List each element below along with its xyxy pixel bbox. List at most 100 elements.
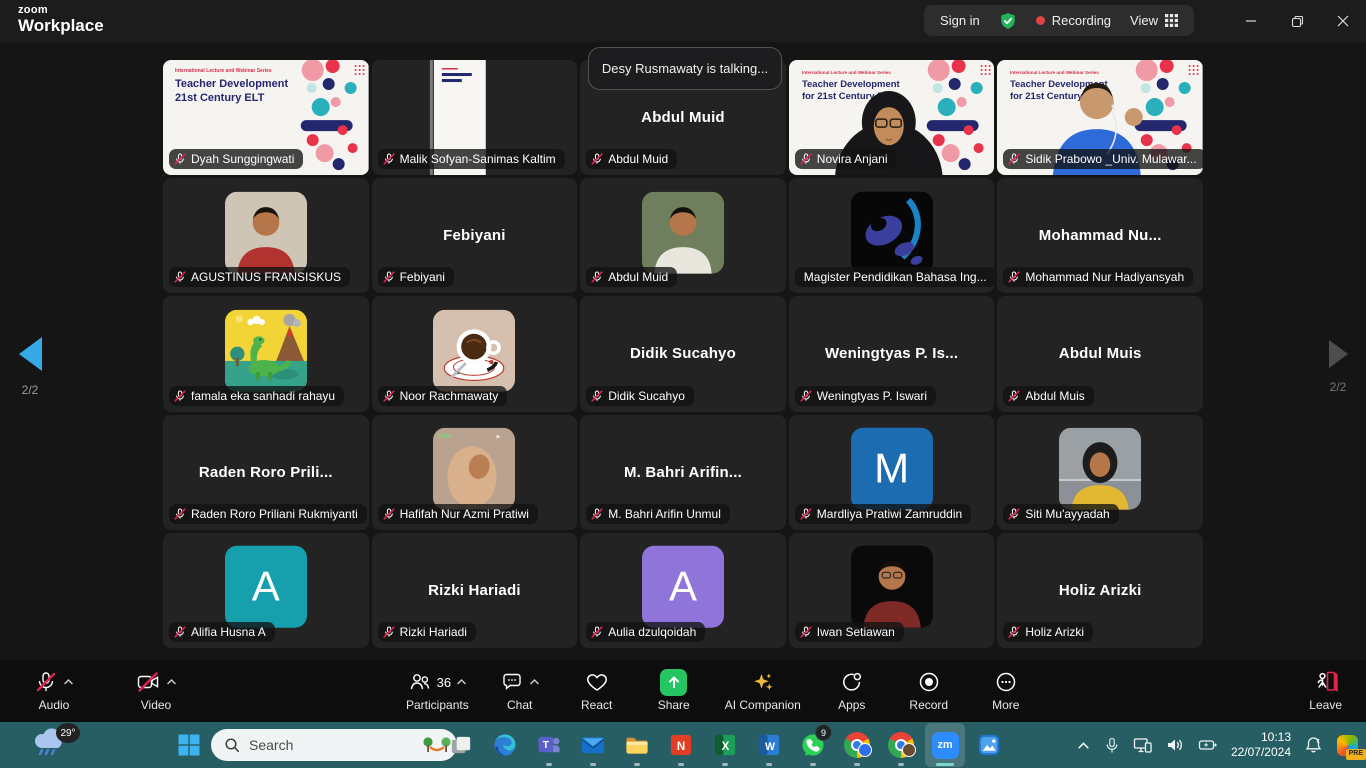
participant-tile[interactable]: Holiz ArizkiHoliz Arizki bbox=[997, 533, 1203, 648]
participant-tile[interactable]: Magister Pendidikan Bahasa Ing... bbox=[789, 178, 995, 293]
tray-microphone-icon[interactable] bbox=[1104, 737, 1120, 754]
gallery-prev-page-button[interactable]: 2/2 bbox=[8, 337, 52, 397]
toolbar-audio-button[interactable]: Audio bbox=[20, 666, 88, 714]
taskbar-app-mail[interactable] bbox=[573, 723, 613, 767]
participant-tile[interactable]: MMardliya Pratiwi Zamruddin bbox=[789, 415, 995, 530]
participant-tile[interactable]: FebiyaniFebiyani bbox=[372, 178, 578, 293]
toolbar-participants-label: Participants bbox=[406, 698, 469, 712]
running-indicator bbox=[766, 763, 772, 766]
chevron-up-icon[interactable] bbox=[456, 678, 467, 686]
notification-bell-snooze-icon[interactable]: z bbox=[1304, 735, 1324, 755]
window-controls bbox=[1228, 0, 1366, 42]
weather-widget[interactable]: 29° bbox=[30, 726, 76, 764]
gallery-next-page-button[interactable]: 2/2 bbox=[1316, 340, 1360, 394]
logo-workplace-text: Workplace bbox=[18, 17, 104, 34]
participant-tile[interactable]: International Lecture and Webinar Series… bbox=[163, 60, 369, 175]
muted-mic-icon bbox=[800, 153, 812, 165]
toolbar-more-button[interactable]: More bbox=[972, 666, 1040, 714]
muted-mic-icon bbox=[174, 271, 186, 283]
taskbar-app-whatsapp[interactable]: 9 bbox=[793, 723, 833, 767]
participant-tile[interactable]: International Lecture and Webinar Series… bbox=[789, 60, 995, 175]
muted-mic-icon bbox=[383, 626, 395, 638]
copilot-icon[interactable]: PRE bbox=[1337, 735, 1358, 756]
participant-tile[interactable]: Rizki HariadiRizki Hariadi bbox=[372, 533, 578, 648]
initial-letter-avatar: A bbox=[642, 546, 724, 628]
participant-name-label: Holiz Arizki bbox=[1003, 622, 1093, 642]
participant-tile[interactable]: AAlifia Husna A bbox=[163, 533, 369, 648]
taskbar-app-teams[interactable]: T bbox=[529, 723, 569, 767]
minimize-button[interactable] bbox=[1228, 0, 1274, 42]
participant-tile[interactable]: Abdul MuisAbdul Muis bbox=[997, 296, 1203, 411]
participant-tile[interactable]: CAM▶Hafifah Nur Azmi Pratiwi bbox=[372, 415, 578, 530]
taskbar-app-chrome-profile1[interactable] bbox=[837, 723, 877, 767]
participant-tile[interactable]: AGUSTINUS FRANSISKUS bbox=[163, 178, 369, 293]
taskbar-clock[interactable]: 10:13 22/07/2024 bbox=[1231, 730, 1291, 760]
titlebar-menu: Sign in Recording View bbox=[924, 5, 1194, 36]
taskbar-app-excel[interactable]: X bbox=[705, 723, 745, 767]
muted-mic-icon bbox=[1008, 271, 1020, 283]
chevron-up-icon[interactable] bbox=[529, 678, 540, 686]
muted-mic-icon bbox=[174, 508, 186, 520]
toolbar-more-label: More bbox=[992, 698, 1019, 712]
close-button[interactable] bbox=[1320, 0, 1366, 42]
toolbar-apps-button[interactable]: Apps bbox=[818, 666, 886, 714]
start-button[interactable] bbox=[176, 732, 202, 758]
participant-tile[interactable]: Siti Mu'ayyadah bbox=[997, 415, 1203, 530]
participant-name-label: Abdul Muis bbox=[1003, 386, 1093, 406]
page-indicator-left: 2/2 bbox=[8, 383, 52, 397]
participant-name-label: Didik Sucahyo bbox=[586, 386, 694, 406]
taskbar-app-zoom[interactable]: zm bbox=[925, 723, 965, 767]
view-button[interactable]: View bbox=[1130, 13, 1178, 28]
tray-battery-icon[interactable] bbox=[1198, 737, 1218, 753]
participant-tile[interactable]: Noor Rachmawaty bbox=[372, 296, 578, 411]
tray-cast-display-icon[interactable] bbox=[1133, 737, 1153, 754]
grid-view-icon bbox=[1165, 14, 1178, 27]
participant-label-text: Mardliya Pratiwi Zamruddin bbox=[817, 507, 962, 521]
taskbar-app-edge[interactable] bbox=[485, 723, 525, 767]
taskbar-app-photos[interactable] bbox=[969, 723, 1009, 767]
taskbar-app-taskview[interactable] bbox=[441, 723, 481, 767]
participant-tile[interactable]: Malik Sofyan-Sanimas Kaltim bbox=[372, 60, 578, 175]
security-shield-icon[interactable] bbox=[999, 12, 1017, 30]
participant-tile[interactable]: AAulia dzulqoidah bbox=[580, 533, 786, 648]
participant-tile[interactable]: Mohammad Nu...Mohammad Nur Hadiyansyah bbox=[997, 178, 1203, 293]
toolbar-record-button[interactable]: Record bbox=[895, 666, 963, 714]
taskbar-search-box[interactable]: Search bbox=[211, 729, 457, 761]
participant-label-text: Hafifah Nur Azmi Pratiwi bbox=[400, 507, 529, 521]
taskbar-app-word[interactable]: W bbox=[749, 723, 789, 767]
tray-chevron-up-icon[interactable] bbox=[1076, 738, 1091, 753]
participant-tile[interactable]: famala eka sanhadi rahayu bbox=[163, 296, 369, 411]
participant-name-label: M. Bahri Arifin Unmul bbox=[586, 504, 730, 524]
participant-name-label: Mohammad Nur Hadiyansyah bbox=[1003, 267, 1193, 287]
participant-tile[interactable]: Didik SucahyoDidik Sucahyo bbox=[580, 296, 786, 411]
sign-in-button[interactable]: Sign in bbox=[940, 13, 980, 28]
tray-speaker-icon[interactable] bbox=[1166, 737, 1185, 753]
mail-icon bbox=[580, 732, 606, 758]
toolbar-share-button[interactable]: Share bbox=[640, 666, 708, 714]
leave-button[interactable]: Leave bbox=[1303, 666, 1348, 714]
participant-tile[interactable]: International Lecture and Webinar Series… bbox=[997, 60, 1203, 175]
participant-tile[interactable]: Iwan Setiawan bbox=[789, 533, 995, 648]
muted-mic-icon bbox=[800, 508, 812, 520]
chevron-up-icon[interactable] bbox=[63, 678, 74, 686]
sparkle-icon bbox=[750, 670, 776, 694]
participant-tile[interactable]: Weningtyas P. Is...Weningtyas P. Iswari bbox=[789, 296, 995, 411]
taskbar-app-chrome-profile2[interactable] bbox=[881, 723, 921, 767]
chevron-up-icon[interactable] bbox=[166, 678, 177, 686]
restore-button[interactable] bbox=[1274, 0, 1320, 42]
toolbar-ai-button[interactable]: AI Companion bbox=[717, 666, 809, 714]
participant-tile[interactable]: Abdul Muid bbox=[580, 178, 786, 293]
toolbar-video-button[interactable]: Video bbox=[122, 666, 190, 714]
participant-label-text: Holiz Arizki bbox=[1025, 625, 1084, 639]
toolbar-react-button[interactable]: React bbox=[563, 666, 631, 714]
toolbar-left-group: Audio Video bbox=[20, 666, 190, 714]
participant-tile[interactable]: Raden Roro Prili...Raden Roro Priliani R… bbox=[163, 415, 369, 530]
taskbar-app-explorer[interactable] bbox=[617, 723, 657, 767]
recording-indicator[interactable]: Recording bbox=[1036, 13, 1111, 28]
clock-time: 10:13 bbox=[1231, 730, 1291, 745]
participant-tile[interactable]: M. Bahri Arifin...M. Bahri Arifin Unmul bbox=[580, 415, 786, 530]
toolbar-chat-button[interactable]: Chat bbox=[486, 666, 554, 714]
taskbar-app-nitro[interactable]: N bbox=[661, 723, 701, 767]
toolbar-participants-button[interactable]: 36Participants bbox=[398, 666, 477, 714]
meeting-main-area: Desy Rusmawaty is talking... 2/2 2/2 Int… bbox=[0, 42, 1366, 660]
